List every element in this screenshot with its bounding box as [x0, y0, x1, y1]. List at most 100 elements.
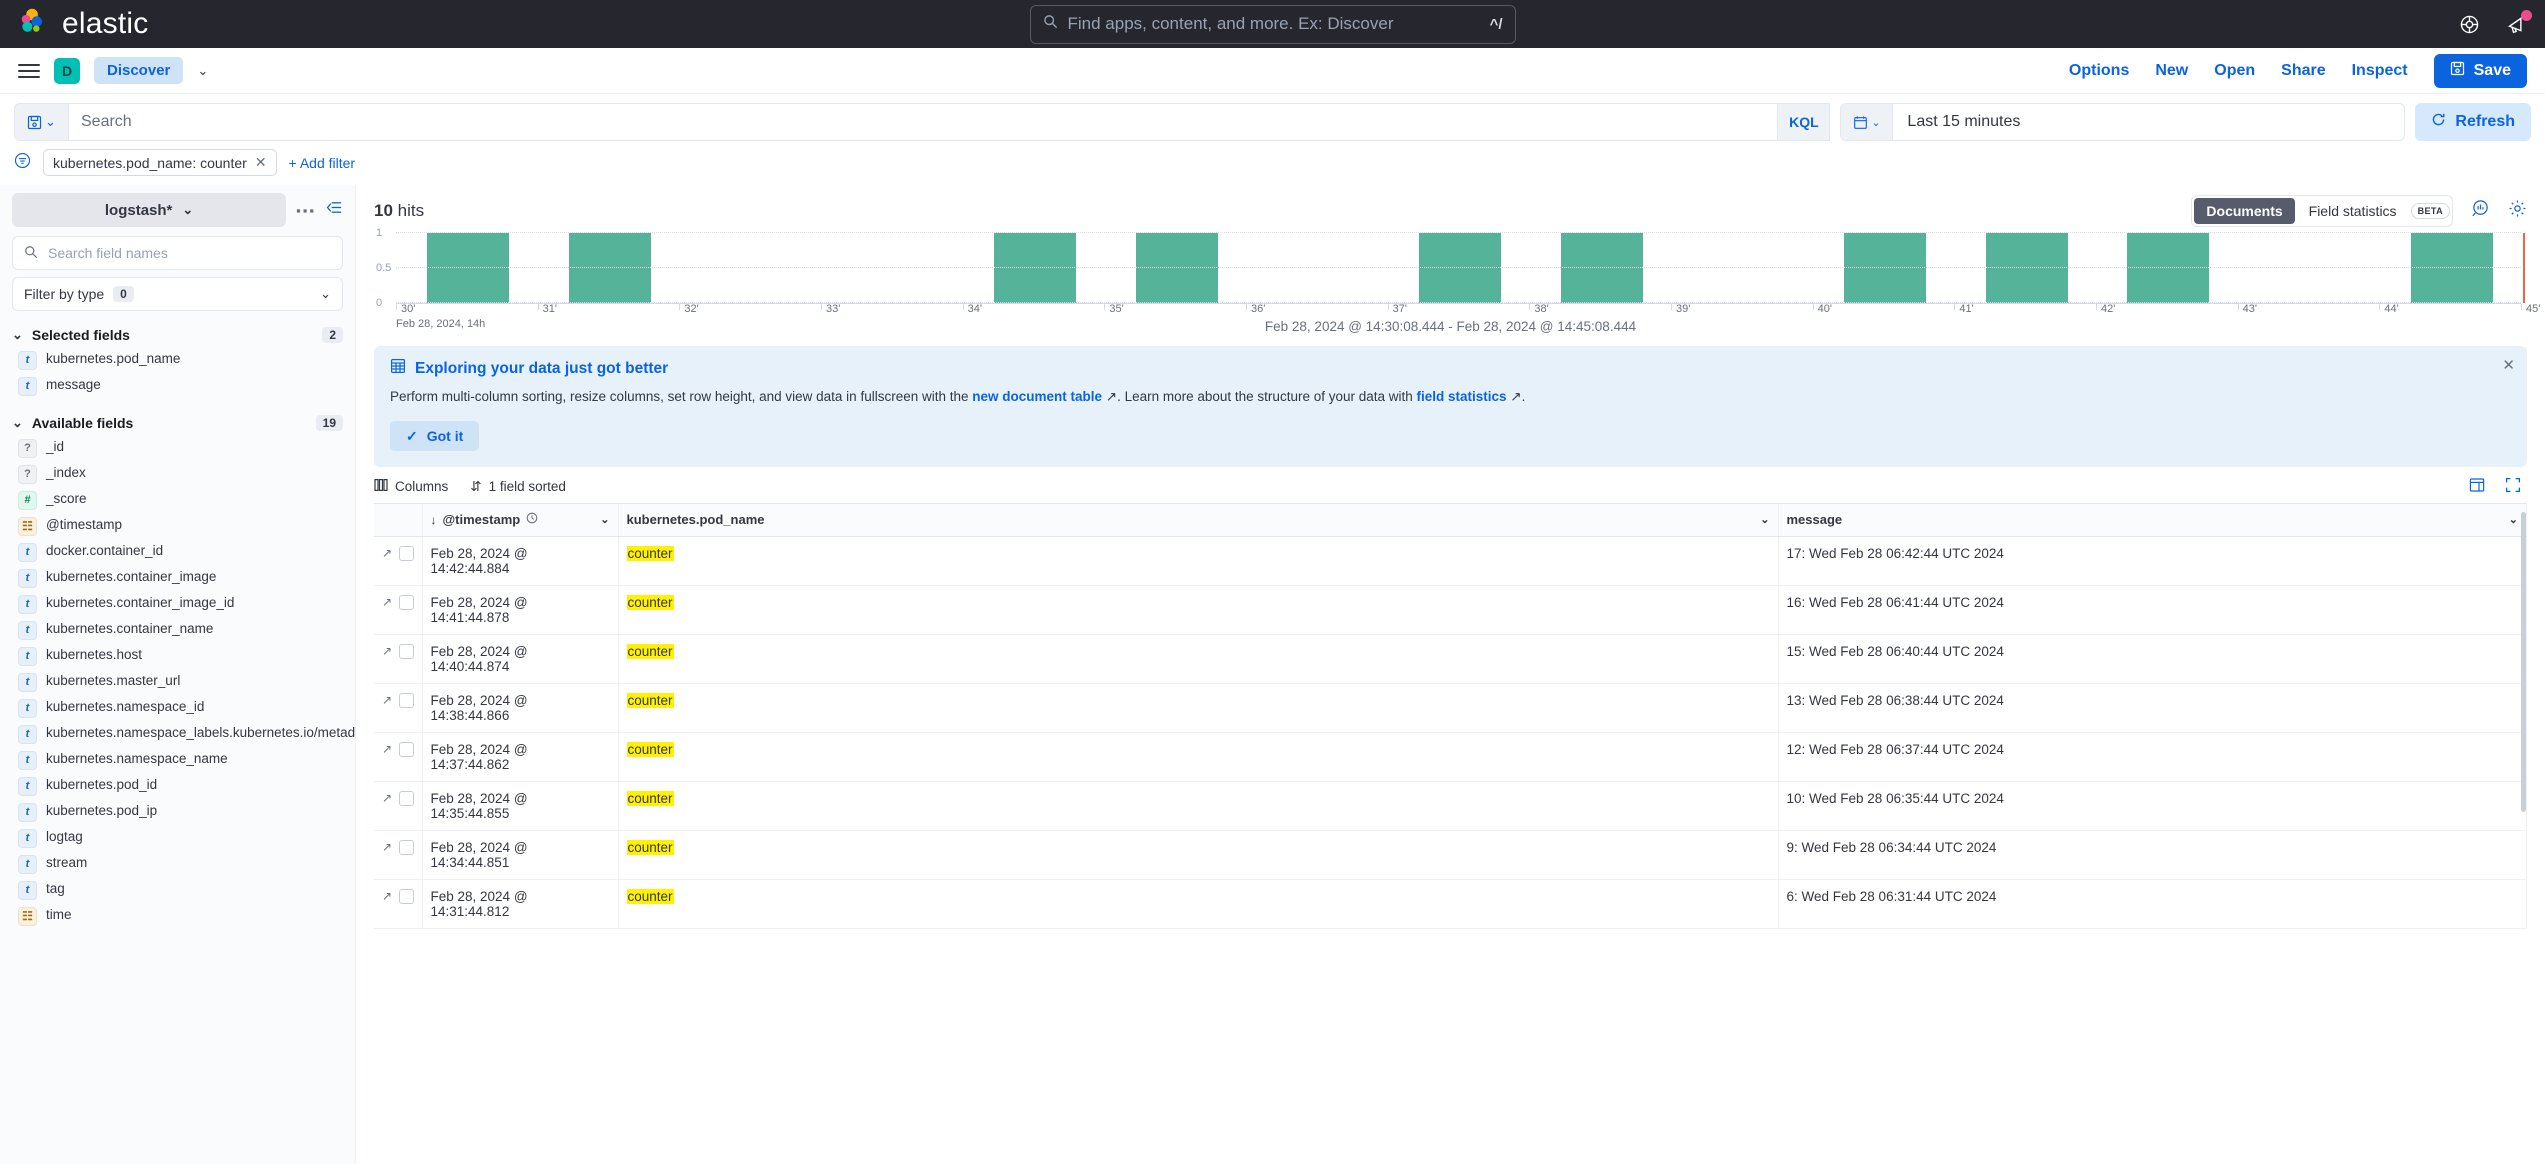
breadcrumb[interactable]: Discover: [94, 57, 183, 84]
help-icon[interactable]: [2459, 14, 2480, 35]
full-screen-icon[interactable]: [2505, 477, 2521, 496]
table-row[interactable]: ↗Feb 28, 2024 @ 14:40:44.874counter15: W…: [374, 634, 2527, 683]
scrollbar-thumb[interactable]: [2521, 512, 2526, 812]
histogram-bar[interactable]: [2127, 233, 2209, 303]
table-row[interactable]: ↗Feb 28, 2024 @ 14:42:44.884counter17: W…: [374, 536, 2527, 585]
got-it-button[interactable]: ✓ Got it: [390, 421, 479, 451]
filter-pill[interactable]: kubernetes.pod_name: counter ✕: [43, 149, 277, 176]
inspect-button[interactable]: Inspect: [2352, 62, 2408, 80]
available-field-item[interactable]: tkubernetes.master_url: [12, 669, 343, 695]
available-field-item[interactable]: tkubernetes.host: [12, 643, 343, 669]
row-checkbox[interactable]: [399, 742, 413, 757]
table-row[interactable]: ↗Feb 28, 2024 @ 14:41:44.878counter16: W…: [374, 585, 2527, 634]
filter-by-type-button[interactable]: Filter by type 0 ⌄: [12, 277, 343, 311]
row-checkbox[interactable]: [399, 644, 413, 659]
available-field-item[interactable]: tstream: [12, 851, 343, 877]
selected-field-item[interactable]: tkubernetes.pod_name: [12, 347, 343, 373]
chevron-down-icon[interactable]: ⌄: [600, 513, 609, 526]
histogram-bar[interactable]: [1986, 233, 2068, 303]
sidebar-more-icon[interactable]: ▪▪▪: [296, 203, 316, 218]
row-checkbox[interactable]: [399, 791, 413, 806]
row-checkbox[interactable]: [399, 889, 413, 904]
table-row[interactable]: ↗Feb 28, 2024 @ 14:31:44.812counter6: We…: [374, 879, 2527, 928]
time-picker[interactable]: ⌄ Last 15 minutes: [1840, 103, 2405, 141]
histogram-bar[interactable]: [1136, 233, 1218, 303]
expand-row-icon[interactable]: ↗: [382, 546, 392, 560]
space-avatar[interactable]: D: [54, 58, 80, 84]
histogram-bar[interactable]: [569, 233, 651, 303]
available-field-item[interactable]: tkubernetes.namespace_labels.kubernetes.…: [12, 721, 343, 747]
close-icon[interactable]: ✕: [2502, 356, 2515, 374]
expand-row-icon[interactable]: ↗: [382, 840, 392, 854]
columns-button[interactable]: Columns: [374, 478, 448, 495]
expand-row-icon[interactable]: ↗: [382, 644, 392, 658]
field-statistics-link[interactable]: field statistics: [1417, 389, 1507, 404]
add-filter-button[interactable]: + Add filter: [289, 155, 356, 171]
histogram-bar[interactable]: [1419, 233, 1501, 303]
available-fields-header[interactable]: ⌄ Available fields 19: [12, 415, 343, 431]
new-document-table-link[interactable]: new document table: [972, 389, 1102, 404]
selected-fields-header[interactable]: ⌄ Selected fields 2: [12, 327, 343, 343]
available-field-item[interactable]: tkubernetes.pod_ip: [12, 799, 343, 825]
available-field-item[interactable]: tkubernetes.container_image_id: [12, 591, 343, 617]
histogram-bar[interactable]: [994, 233, 1076, 303]
expand-row-icon[interactable]: ↗: [382, 889, 392, 903]
expand-row-icon[interactable]: ↗: [382, 742, 392, 756]
field-search-input[interactable]: Search field names: [12, 236, 343, 270]
menu-toggle-button[interactable]: [18, 64, 40, 78]
available-field-item[interactable]: tdocker.container_id: [12, 539, 343, 565]
save-button[interactable]: Save: [2434, 54, 2527, 88]
available-field-item[interactable]: tlogtag: [12, 825, 343, 851]
time-range-value[interactable]: Last 15 minutes: [1893, 113, 2034, 131]
tab-documents[interactable]: Documents: [2194, 198, 2294, 224]
histogram-bar[interactable]: [1561, 233, 1643, 303]
sort-fields-button[interactable]: ⇵ 1 field sorted: [470, 479, 566, 495]
table-scrollbar[interactable]: [2520, 504, 2527, 1164]
chevron-down-icon[interactable]: ⌄: [2509, 513, 2518, 526]
options-button[interactable]: Options: [2069, 62, 2129, 80]
news-megaphone-icon[interactable]: [2506, 14, 2527, 35]
available-field-item[interactable]: #_score: [12, 487, 343, 513]
saved-query-button[interactable]: ⌄: [14, 103, 68, 141]
header-timestamp[interactable]: ↓ @timestamp ⌄: [422, 504, 618, 536]
selected-field-item[interactable]: tmessage: [12, 373, 343, 399]
search-input[interactable]: Search: [68, 103, 1778, 141]
histogram-chart[interactable]: 00.51 30'31'32'33'34'35'36'37'38'39'40'4…: [356, 229, 2545, 315]
available-field-item[interactable]: ☷time: [12, 903, 343, 929]
available-field-item[interactable]: ?_index: [12, 461, 343, 487]
row-checkbox[interactable]: [399, 693, 413, 708]
available-field-item[interactable]: tkubernetes.namespace_id: [12, 695, 343, 721]
histogram-bar[interactable]: [1844, 233, 1926, 303]
tab-field-statistics[interactable]: Field statistics: [2297, 198, 2409, 224]
query-language-button[interactable]: KQL: [1778, 103, 1830, 141]
gear-icon[interactable]: [2508, 199, 2527, 223]
available-field-item[interactable]: tkubernetes.namespace_name: [12, 747, 343, 773]
open-button[interactable]: Open: [2214, 62, 2255, 80]
available-field-item[interactable]: tkubernetes.container_image: [12, 565, 343, 591]
available-field-item[interactable]: ☷@timestamp: [12, 513, 343, 539]
histogram-bar[interactable]: [2411, 233, 2493, 303]
share-button[interactable]: Share: [2281, 62, 2325, 80]
index-pattern-select[interactable]: logstash* ⌄: [12, 193, 286, 227]
chevron-down-icon[interactable]: ⌄: [1760, 513, 1769, 526]
histogram-bar[interactable]: [427, 233, 509, 303]
table-row[interactable]: ↗Feb 28, 2024 @ 14:37:44.862counter12: W…: [374, 732, 2527, 781]
row-checkbox[interactable]: [399, 546, 413, 561]
close-icon[interactable]: ✕: [255, 154, 267, 171]
chevron-down-icon[interactable]: ⌄: [197, 63, 208, 79]
available-field-item[interactable]: tkubernetes.container_name: [12, 617, 343, 643]
chart-options-icon[interactable]: [2471, 199, 2490, 223]
elastic-logo[interactable]: elastic: [18, 7, 148, 42]
available-field-item[interactable]: ?_id: [12, 435, 343, 461]
refresh-button[interactable]: Refresh: [2415, 103, 2531, 141]
filter-options-icon[interactable]: [14, 152, 31, 174]
table-row[interactable]: ↗Feb 28, 2024 @ 14:34:44.851counter9: We…: [374, 830, 2527, 879]
collapse-sidebar-icon[interactable]: [326, 200, 343, 220]
expand-row-icon[interactable]: ↗: [382, 693, 392, 707]
table-row[interactable]: ↗Feb 28, 2024 @ 14:38:44.866counter13: W…: [374, 683, 2527, 732]
header-pod-name[interactable]: kubernetes.pod_name ⌄: [618, 504, 1778, 536]
display-options-icon[interactable]: [2469, 477, 2485, 496]
calendar-icon[interactable]: ⌄: [1841, 104, 1893, 140]
row-checkbox[interactable]: [399, 595, 413, 610]
expand-row-icon[interactable]: ↗: [382, 791, 392, 805]
